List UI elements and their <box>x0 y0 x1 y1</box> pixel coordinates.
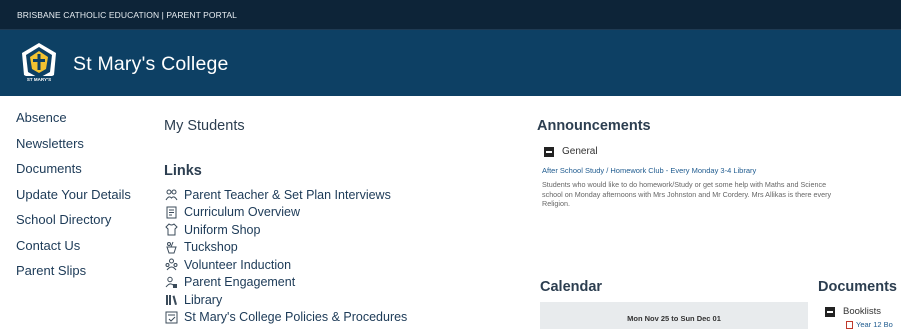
link-label: Uniform Shop <box>184 222 261 237</box>
link-label: Library <box>184 292 223 307</box>
portal-label: BRISBANE CATHOLIC EDUCATION | PARENT POR… <box>17 10 237 20</box>
nav-item-documents[interactable]: Documents <box>16 161 131 187</box>
announcement-category-label: General <box>562 146 598 157</box>
link-label: Volunteer Induction <box>184 257 292 272</box>
document-icon <box>165 206 180 219</box>
document-category-label: Booklists <box>843 306 882 317</box>
nav-item-contact-us[interactable]: Contact Us <box>16 238 131 264</box>
college-name: St Mary's College <box>73 53 229 75</box>
announcement-title-link[interactable]: After School Study / Homework Club - Eve… <box>542 166 756 175</box>
announcements-heading: Announcements <box>537 118 651 134</box>
document-link-label: Year 12 Bo <box>856 320 893 329</box>
link-library[interactable]: Library <box>165 291 407 309</box>
people-icon <box>165 188 180 201</box>
college-banner: ST MARY'S St Mary's College <box>0 30 901 96</box>
collapse-icon[interactable] <box>544 146 554 157</box>
announcement-category[interactable]: General <box>544 146 598 157</box>
my-students-heading: My Students <box>164 118 245 134</box>
links-list: Parent Teacher & Set Plan Interviews Cur… <box>165 186 407 326</box>
links-heading: Links <box>164 163 202 179</box>
calendar-widget[interactable]: Mon Nov 25 to Sun Dec 01 <box>540 302 808 329</box>
calendar-range: Mon Nov 25 to Sun Dec 01 <box>627 314 721 323</box>
link-label: Parent Engagement <box>184 275 296 290</box>
link-label: Tuckshop <box>184 240 238 255</box>
link-tuckshop[interactable]: Tuckshop <box>165 239 407 257</box>
link-policies-procedures[interactable]: St Mary's College Policies & Procedures <box>165 309 407 327</box>
person-badge-icon <box>165 276 180 289</box>
side-nav: Absence Newsletters Documents Update You… <box>16 110 131 289</box>
crest-text: ST MARY'S <box>26 77 52 82</box>
link-curriculum-overview[interactable]: Curriculum Overview <box>165 204 407 222</box>
announcement-line: school on Monday afternoons with Mrs Joh… <box>542 189 832 199</box>
shirt-icon <box>165 223 180 236</box>
document-category[interactable]: Booklists <box>825 306 881 317</box>
food-icon <box>165 241 180 254</box>
nav-item-parent-slips[interactable]: Parent Slips <box>16 263 131 289</box>
link-label: St Mary's College Policies & Procedures <box>184 310 408 325</box>
announcement-body: Students who would like to do homework/S… <box>542 180 901 209</box>
announcement-line: Students who would like to do homework/S… <box>542 180 827 189</box>
nav-item-school-directory[interactable]: School Directory <box>16 212 131 238</box>
link-uniform-shop[interactable]: Uniform Shop <box>165 221 407 239</box>
document-link[interactable]: Year 12 Bo <box>846 320 893 329</box>
collapse-icon[interactable] <box>825 306 835 317</box>
nav-item-update-details[interactable]: Update Your Details <box>16 187 131 213</box>
link-label: Parent Teacher & Set Plan Interviews <box>184 187 391 202</box>
calendar-heading: Calendar <box>540 279 603 295</box>
books-icon <box>165 293 180 306</box>
top-bar: BRISBANE CATHOLIC EDUCATION | PARENT POR… <box>0 0 901 30</box>
nav-item-absence[interactable]: Absence <box>16 110 131 136</box>
policy-icon <box>165 311 180 324</box>
link-volunteer-induction[interactable]: Volunteer Induction <box>165 256 407 274</box>
college-crest-logo[interactable]: ST MARY'S <box>18 41 60 85</box>
link-label: Curriculum Overview <box>184 205 300 220</box>
link-parent-teacher-interviews[interactable]: Parent Teacher & Set Plan Interviews <box>165 186 407 204</box>
group-icon <box>165 258 180 271</box>
link-parent-engagement[interactable]: Parent Engagement <box>165 274 407 292</box>
documents-heading: Documents <box>818 279 897 295</box>
pdf-icon <box>846 320 853 329</box>
nav-item-newsletters[interactable]: Newsletters <box>16 136 131 162</box>
announcement-line: Religion. <box>542 199 570 208</box>
